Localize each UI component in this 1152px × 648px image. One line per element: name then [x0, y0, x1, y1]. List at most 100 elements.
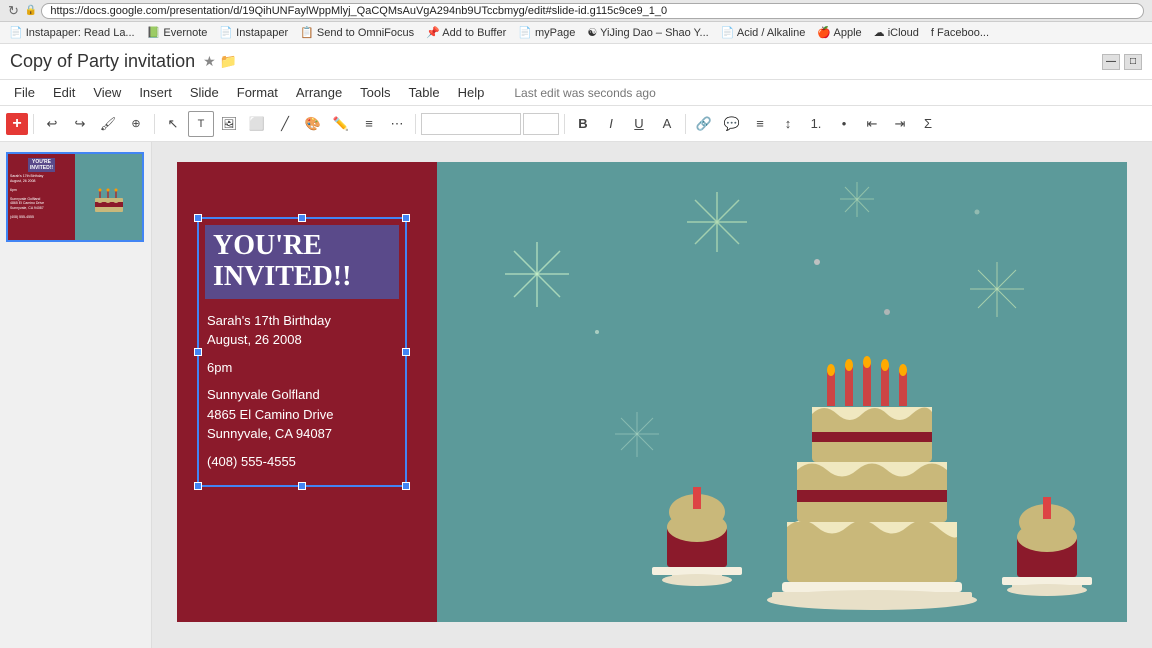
refresh-icon[interactable]: ↻: [8, 3, 19, 19]
separator-4: [564, 114, 565, 134]
invited-line2: INVITED!!: [213, 262, 391, 293]
bookmark-facebook[interactable]: f Faceboo...: [928, 26, 992, 40]
link-button[interactable]: 🔗: [691, 111, 717, 137]
thumb-text: Sarah's 17th BirthdayAugust, 26 20086pmS…: [10, 174, 73, 219]
slide-thumbnail-1[interactable]: YOU'REINVITED!! Sarah's 17th BirthdayAug…: [6, 152, 144, 242]
canvas-area[interactable]: YOU'RE INVITED!! Sarah's 17th Birthday A…: [152, 142, 1152, 648]
paint-format-button[interactable]: 🖌: [95, 111, 121, 137]
menu-insert[interactable]: Insert: [131, 83, 180, 102]
app-header: Copy of Party invitation ★ 📁 — □: [0, 44, 1152, 80]
bullet-list-button[interactable]: •: [831, 111, 857, 137]
zoom-button[interactable]: ⊕: [123, 111, 149, 137]
formula-button[interactable]: Σ: [915, 111, 941, 137]
line-spacing-button[interactable]: ↕: [775, 111, 801, 137]
browser-bar: ↻ 🔒 https://docs.google.com/presentation…: [0, 0, 1152, 22]
invited-line1: YOU'RE: [213, 231, 391, 262]
bookmark-yijing[interactable]: ☯ YiJing Dao – Shao Y...: [584, 25, 711, 40]
star-icon[interactable]: ★: [203, 53, 216, 70]
slide-right-panel: [437, 162, 1127, 622]
text-color-button[interactable]: A: [654, 111, 680, 137]
thumb-right: [75, 154, 142, 240]
menu-view[interactable]: View: [85, 83, 129, 102]
last-edit-status: Last edit was seconds ago: [514, 86, 655, 100]
main-area: YOU'REINVITED!! Sarah's 17th BirthdayAug…: [0, 142, 1152, 648]
border-style-button[interactable]: ≡: [356, 111, 382, 137]
handle-mid-right[interactable]: [402, 348, 410, 356]
slide-left-panel: YOU'RE INVITED!! Sarah's 17th Birthday A…: [177, 162, 437, 622]
bookmark-apple[interactable]: 🍎 Apple: [814, 25, 864, 40]
time-detail: 6pm: [207, 358, 397, 378]
location-detail: Sunnyvale Golfland 4865 El Camino Drive …: [207, 385, 397, 444]
indent-more-button[interactable]: ⇥: [887, 111, 913, 137]
menu-help[interactable]: Help: [450, 83, 493, 102]
font-size-input[interactable]: 28: [523, 113, 559, 135]
bookmark-mypage[interactable]: 📄 myPage: [515, 25, 578, 40]
handle-bottom-center[interactable]: [298, 482, 306, 490]
thumb-left: YOU'REINVITED!! Sarah's 17th BirthdayAug…: [8, 154, 75, 240]
bookmark-instapaper-read[interactable]: 📄 Instapaper: Read La...: [6, 25, 138, 40]
separator-3: [415, 114, 416, 134]
line-color-button[interactable]: ✏️: [328, 111, 354, 137]
separator-2: [154, 114, 155, 134]
maximize-button[interactable]: □: [1124, 54, 1142, 70]
menu-file[interactable]: File: [6, 83, 43, 102]
fill-color-button[interactable]: 🎨: [300, 111, 326, 137]
bookmark-omnifocus[interactable]: 📋 Send to OmniFocus: [297, 25, 417, 40]
underline-button[interactable]: U: [626, 111, 652, 137]
handle-top-left[interactable]: [194, 214, 202, 222]
numbered-list-button[interactable]: 1.: [803, 111, 829, 137]
menu-format[interactable]: Format: [229, 83, 286, 102]
bookmarks-bar: 📄 Instapaper: Read La... 📗 Evernote 📄 In…: [0, 22, 1152, 44]
italic-button[interactable]: I: [598, 111, 624, 137]
slides-panel: YOU'REINVITED!! Sarah's 17th BirthdayAug…: [0, 142, 152, 648]
menu-tools[interactable]: Tools: [352, 83, 398, 102]
bookmark-icloud[interactable]: ☁ iCloud: [871, 25, 922, 40]
cake-illustration-svg: [627, 282, 1127, 622]
separator-1: [33, 114, 34, 134]
textbox-tool[interactable]: T: [188, 111, 214, 137]
event-details: Sarah's 17th Birthday August, 26 2008 6p…: [205, 311, 399, 472]
bookmark-instapaper[interactable]: 📄 Instapaper: [216, 25, 291, 40]
url-bar[interactable]: https://docs.google.com/presentation/d/1…: [41, 3, 1144, 19]
menu-edit[interactable]: Edit: [45, 83, 83, 102]
line-tool[interactable]: ╱: [272, 111, 298, 137]
app-title: Copy of Party invitation: [10, 51, 195, 72]
separator-5: [685, 114, 686, 134]
align-button[interactable]: ≡: [747, 111, 773, 137]
invited-banner: YOU'RE INVITED!!: [205, 225, 399, 299]
bookmark-buffer[interactable]: 📌 Add to Buffer: [423, 25, 509, 40]
minimize-button[interactable]: —: [1102, 54, 1120, 70]
add-button[interactable]: +: [6, 113, 28, 135]
lock-icon: 🔒: [25, 5, 37, 16]
bold-button[interactable]: B: [570, 111, 596, 137]
redo-button[interactable]: ↪: [67, 111, 93, 137]
undo-button[interactable]: ↩: [39, 111, 65, 137]
slide-canvas: YOU'RE INVITED!! Sarah's 17th Birthday A…: [177, 162, 1127, 622]
border-dash-button[interactable]: ⋯: [384, 111, 410, 137]
menu-slide[interactable]: Slide: [182, 83, 227, 102]
handle-top-right[interactable]: [402, 214, 410, 222]
folder-icon[interactable]: 📁: [220, 53, 237, 70]
menu-table[interactable]: Table: [401, 83, 448, 102]
handle-top-center[interactable]: [298, 214, 306, 222]
indent-less-button[interactable]: ⇤: [859, 111, 885, 137]
toolbar: + ↩ ↪ 🖌 ⊕ ↖ T 🖼 ⬜ ╱ 🎨 ✏️ ≡ ⋯ 28 B I U A …: [0, 106, 1152, 142]
select-tool[interactable]: ↖: [160, 111, 186, 137]
menu-bar: File Edit View Insert Slide Format Arran…: [0, 80, 1152, 106]
bookmark-evernote[interactable]: 📗 Evernote: [144, 25, 211, 40]
birthday-detail: Sarah's 17th Birthday August, 26 2008: [207, 311, 397, 350]
image-tool[interactable]: 🖼: [216, 111, 242, 137]
window-controls: — □: [1102, 54, 1142, 70]
font-name-input[interactable]: [421, 113, 521, 135]
handle-bottom-left[interactable]: [194, 482, 202, 490]
bookmark-acid[interactable]: 📄 Acid / Alkaline: [718, 25, 809, 40]
shapes-tool[interactable]: ⬜: [244, 111, 270, 137]
text-box-selected[interactable]: YOU'RE INVITED!! Sarah's 17th Birthday A…: [197, 217, 407, 487]
thumb-cake-svg: [91, 180, 127, 214]
handle-mid-left[interactable]: [194, 348, 202, 356]
phone-detail: (408) 555-4555: [207, 452, 397, 472]
handle-bottom-right[interactable]: [402, 482, 410, 490]
comment-button[interactable]: 💬: [719, 111, 745, 137]
menu-arrange[interactable]: Arrange: [288, 83, 350, 102]
thumb-title: YOU'REINVITED!!: [28, 158, 55, 172]
